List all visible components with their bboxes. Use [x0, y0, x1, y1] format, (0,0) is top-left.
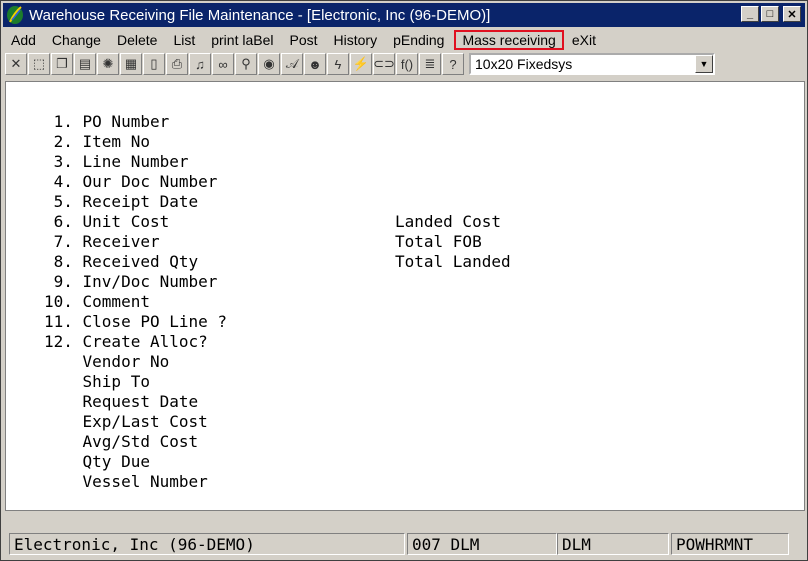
field-receiver: 7. Receiver [44, 232, 160, 251]
field-vessel-number: Vessel Number [44, 472, 208, 491]
settings-icon[interactable]: ✺ [97, 53, 119, 75]
close-button[interactable]: ✕ [783, 6, 801, 22]
status-user: DLM [557, 533, 669, 555]
field-received-qty: 8. Received Qty [44, 252, 199, 271]
menu-mass-receiving[interactable]: Mass receiving [454, 30, 564, 50]
menu-print-label[interactable]: print laBel [203, 30, 281, 50]
field-receipt-date: 5. Receipt Date [44, 192, 199, 211]
field-ship-to: Ship To [44, 372, 150, 391]
script-icon[interactable]: 𝒜 [281, 53, 303, 75]
field-vendor-no: Vendor No [44, 352, 170, 371]
link-icon[interactable]: ⊂⊃ [373, 53, 395, 75]
copy-icon[interactable]: ❐ [51, 53, 73, 75]
field-unit-cost: 6. Unit Cost [44, 212, 170, 231]
field-po-number: 1. PO Number [44, 112, 170, 131]
user-icon[interactable]: ☻ [304, 53, 326, 75]
main-window: Warehouse Receiving File Maintenance - [… [0, 0, 808, 561]
field-close-po-line: 11. Close PO Line ? [44, 312, 228, 331]
font-select[interactable]: 10x20 Fixedsys ▼ [469, 53, 715, 75]
toolbar: ✕ ⬚ ❐ ▤ ✺ ▦ ▯ ⎙ ♫ ∞ ⚲ ◉ 𝒜 ☻ ϟ ⚡ ⊂⊃ f() ≣… [5, 51, 805, 77]
function-icon[interactable]: f() [396, 53, 418, 75]
font-select-value: 10x20 Fixedsys [475, 56, 573, 72]
cancel-icon[interactable]: ✕ [5, 53, 27, 75]
paste-icon[interactable]: ▤ [74, 53, 96, 75]
help-pointer-icon[interactable]: ? [442, 53, 464, 75]
field-line-number: 3. Line Number [44, 152, 189, 171]
notes-icon[interactable]: ≣ [419, 53, 441, 75]
app-feather-icon [5, 5, 25, 25]
terminal-screen[interactable]: 1. PO Number 2. Item No 3. Line Number 4… [5, 81, 805, 511]
field-item-no: 2. Item No [44, 132, 150, 151]
field-our-doc-number: 4. Our Doc Number [44, 172, 218, 191]
field-avg-std-cost: Avg/Std Cost [44, 432, 199, 451]
menu-bar: Add Change Delete List print laBel Post … [3, 29, 805, 51]
status-bar: Electronic, Inc (96-DEMO) 007 DLM DLM PO… [5, 533, 805, 557]
field-create-alloc: 12. Create Alloc? [44, 332, 208, 351]
menu-exit[interactable]: eXit [564, 30, 604, 50]
field-landed-cost: Landed Cost [395, 212, 501, 231]
window-title: Warehouse Receiving File Maintenance - [… [29, 6, 491, 24]
chevron-down-icon[interactable]: ▼ [695, 55, 713, 73]
maximize-button[interactable]: □ [761, 6, 779, 22]
field-total-landed: Total Landed [395, 252, 511, 271]
binoculars-icon[interactable]: ∞ [212, 53, 234, 75]
menu-change[interactable]: Change [44, 30, 109, 50]
field-request-date: Request Date [44, 392, 199, 411]
status-company: Electronic, Inc (96-DEMO) [9, 533, 405, 555]
field-inv-doc-number: 9. Inv/Doc Number [44, 272, 218, 291]
menu-delete[interactable]: Delete [109, 30, 165, 50]
select-icon[interactable]: ⬚ [28, 53, 50, 75]
title-bar[interactable]: Warehouse Receiving File Maintenance - [… [3, 3, 805, 27]
menu-post[interactable]: Post [282, 30, 326, 50]
menu-history[interactable]: History [326, 30, 386, 50]
form-icon[interactable]: ▦ [120, 53, 142, 75]
lightning-icon[interactable]: ϟ [327, 53, 349, 75]
field-total-fob: Total FOB [395, 232, 482, 251]
search-icon[interactable]: ⚲ [235, 53, 257, 75]
field-comment: 10. Comment [44, 292, 150, 311]
field-qty-due: Qty Due [44, 452, 150, 471]
field-exp-last-cost: Exp/Last Cost [44, 412, 208, 431]
menu-add[interactable]: Add [3, 30, 44, 50]
bell-icon[interactable]: ♫ [189, 53, 211, 75]
print-icon[interactable]: ⎙ [166, 53, 188, 75]
menu-list[interactable]: List [165, 30, 203, 50]
status-program: POWHRMNT [671, 533, 789, 555]
menu-pending[interactable]: pEnding [385, 30, 452, 50]
page-icon[interactable]: ▯ [143, 53, 165, 75]
wizard-icon[interactable]: ⚡ [350, 53, 372, 75]
minimize-button[interactable]: _ [741, 6, 759, 22]
status-session: 007 DLM [407, 533, 557, 555]
globe-icon[interactable]: ◉ [258, 53, 280, 75]
